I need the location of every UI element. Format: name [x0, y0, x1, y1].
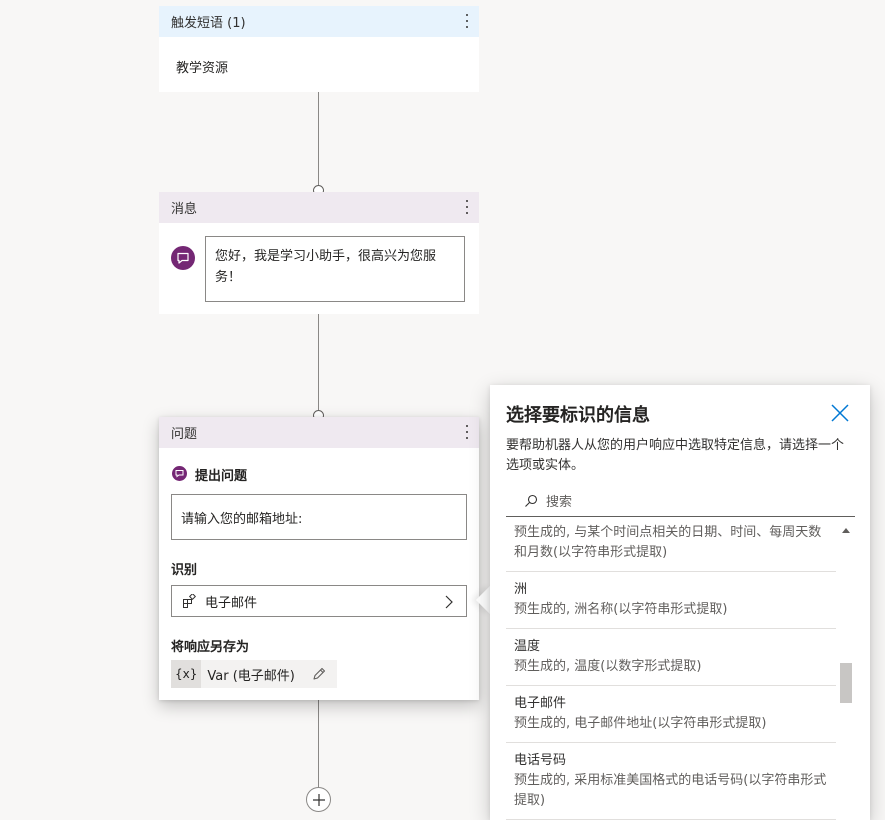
more-options-icon[interactable]	[465, 14, 469, 28]
list-item-desc: 预生成的, 采用标准美国格式的电话号码(以字符串形式提取)	[514, 773, 827, 808]
message-text-box[interactable]: 您好，我是学习小助手，很高兴为您服务！	[205, 236, 465, 302]
list-item-desc: 预生成的, 温度(以数字形式提取)	[514, 659, 702, 674]
entity-picker-panel: 选择要标识的信息 要帮助机器人从您的用户响应中选取特定信息，请选择一个选项或实体…	[490, 385, 870, 820]
edit-pencil-icon[interactable]	[311, 666, 327, 682]
trigger-node-title: 触发短语 (1)	[171, 16, 246, 31]
search-placeholder: 搜索	[546, 495, 573, 510]
close-icon[interactable]	[830, 403, 850, 423]
variable-chip[interactable]: {x} Var (电子邮件)	[171, 660, 337, 688]
save-response-label: 将响应另存为	[171, 640, 250, 655]
entity-select-button[interactable]: 电子邮件	[171, 585, 467, 617]
search-icon	[525, 494, 538, 507]
list-item-desc: 预生成的, 与某个时间点相关的日期、时间、每周天数和月数(以字符串形式提取)	[514, 525, 822, 560]
chat-bubble-icon	[171, 246, 195, 270]
question-prompt-input[interactable]: 请输入您的邮箱地址:	[171, 494, 467, 540]
list-item-name: 电话号码	[514, 753, 567, 768]
identify-label: 识别	[171, 563, 198, 578]
entity-icon	[183, 594, 196, 608]
list-item-desc: 预生成的, 电子邮件地址(以字符串形式提取)	[514, 716, 767, 731]
more-options-icon[interactable]	[465, 200, 469, 214]
question-node-header: 问题	[159, 417, 479, 448]
add-node-button[interactable]	[306, 787, 331, 812]
list-item[interactable]: 预生成的, 与某个时间点相关的日期、时间、每周天数和月数(以字符串形式提取)	[506, 519, 836, 572]
scroll-thumb[interactable]	[840, 663, 852, 703]
list-item-name: 温度	[514, 639, 541, 654]
trigger-node[interactable]: 触发短语 (1) 教学资源	[159, 6, 479, 92]
list-scrollbar[interactable]	[838, 525, 854, 820]
variable-name: Var (电子邮件)	[207, 668, 295, 684]
list-item-name: 电子邮件	[514, 696, 567, 711]
message-node-header: 消息	[159, 192, 479, 223]
list-item[interactable]: 洲 预生成的, 洲名称(以字符串形式提取)	[506, 572, 836, 629]
question-bubble-icon	[172, 466, 187, 481]
trigger-phrase: 教学资源	[176, 61, 229, 76]
panel-description: 要帮助机器人从您的用户响应中选取特定信息，请选择一个选项或实体。	[506, 438, 845, 473]
list-item-desc: 预生成的, 洲名称(以字符串形式提取)	[514, 602, 728, 617]
search-input[interactable]: 搜索	[506, 485, 855, 517]
list-item[interactable]: 电子邮件 预生成的, 电子邮件地址(以字符串形式提取)	[506, 686, 836, 743]
ask-question-label: 提出问题	[195, 469, 248, 484]
list-item[interactable]: 温度 预生成的, 温度(以数字形式提取)	[506, 629, 836, 686]
question-node[interactable]: 问题 提出问题 请输入您的邮箱地址: 识别 电子邮件 将响应另存为 {x} Va…	[159, 417, 479, 700]
chevron-right-icon	[445, 595, 453, 609]
more-options-icon[interactable]	[465, 425, 469, 439]
connector-line	[318, 700, 319, 788]
entity-list: 预生成的, 与某个时间点相关的日期、时间、每周天数和月数(以字符串形式提取) 洲…	[506, 519, 836, 820]
entity-select-label: 电子邮件	[205, 595, 258, 611]
list-item[interactable]: 电话号码 预生成的, 采用标准美国格式的电话号码(以字符串形式提取)	[506, 743, 836, 820]
plus-icon	[312, 793, 325, 806]
question-node-title: 问题	[171, 427, 198, 442]
message-node[interactable]: 消息 您好，我是学习小助手，很高兴为您服务！	[159, 192, 479, 314]
trigger-node-header: 触发短语 (1)	[159, 6, 479, 37]
list-item-name: 洲	[514, 582, 528, 597]
panel-title: 选择要标识的信息	[506, 405, 650, 426]
scroll-up-icon[interactable]	[842, 528, 850, 533]
variable-icon: {x}	[171, 660, 202, 688]
message-node-title: 消息	[171, 202, 198, 217]
connector-line	[318, 314, 319, 414]
connector-line	[318, 92, 319, 188]
